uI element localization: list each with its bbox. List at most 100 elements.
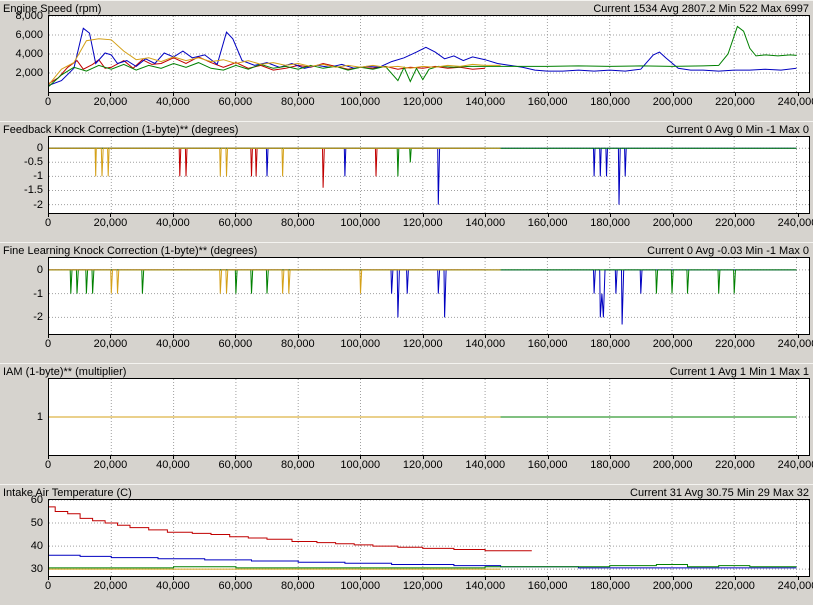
x-tick-label: 120,000 <box>403 459 443 471</box>
x-tick-label: 100,000 <box>340 338 380 350</box>
x-tick-label: 0 <box>45 459 51 471</box>
panel-stats: Current 0 Avg -0.03 Min -1 Max 0 <box>647 245 809 257</box>
chart-canvas-iam[interactable] <box>49 379 809 455</box>
y-tick-label: 6,000 <box>15 29 43 41</box>
x-axis-labels: 020,00040,00060,00080,000100,000120,0001… <box>48 93 810 108</box>
x-tick-label: 120,000 <box>403 338 443 350</box>
x-tick-label: 220,000 <box>715 580 755 592</box>
x-tick-label: 180,000 <box>590 580 630 592</box>
x-tick-label: 40,000 <box>156 580 190 592</box>
x-tick-label: 60,000 <box>219 217 253 229</box>
x-tick-label: 200,000 <box>653 459 693 471</box>
y-tick-label: 8,000 <box>15 10 43 22</box>
plot-area[interactable] <box>48 257 810 335</box>
y-tick-label: 60 <box>31 494 43 506</box>
x-axis-labels: 0 20,000 40,000 60,000 80,000 100,000 120,000 1… <box>48 577 810 592</box>
x-tick-label: 120,000 <box>403 580 443 592</box>
x-tick-label: 240,000 <box>778 580 813 592</box>
x-tick-label: 220,000 <box>715 338 755 350</box>
panel-header: Feedback Knock Correction (1-byte)** (de… <box>0 121 813 136</box>
x-axis-labels: 020,00040,00060,00080,000100,000120,0001… <box>48 456 810 471</box>
y-tick-label: 4,000 <box>15 48 43 60</box>
x-tick-label: 100,000 <box>340 459 380 471</box>
x-tick-label: 220,000 <box>715 217 755 229</box>
chart-panel-engine-speed: Engine Speed (rpm) Current 1534 Avg 2807… <box>0 0 813 121</box>
x-tick-label: 160,000 <box>528 459 568 471</box>
y-tick-label: -1.5 <box>24 184 43 196</box>
y-tick-label: 30 <box>31 563 43 575</box>
panel-stats: Current 1 Avg 1 Min 1 Max 1 <box>670 366 809 378</box>
x-tick-label: 60,000 <box>219 96 253 108</box>
x-tick-label: 180,000 <box>590 338 630 350</box>
x-tick-label: 240,000 <box>778 338 813 350</box>
x-tick-label: 140,000 <box>465 338 505 350</box>
y-tick-label: -1 <box>33 288 43 300</box>
x-tick-label: 100,000 <box>340 96 380 108</box>
x-tick-label: 40,000 <box>156 96 190 108</box>
x-tick-label: 40,000 <box>156 217 190 229</box>
x-tick-label: 80,000 <box>281 459 315 471</box>
x-tick-label: 80,000 <box>281 96 315 108</box>
panel-stats: Current 1534 Avg 2807.2 Min 522 Max 6997 <box>593 3 809 15</box>
x-axis-labels: 0 20,000 40,000 60,000 80,000 100,000 120,000 1… <box>48 214 810 229</box>
x-tick-label: 0 <box>45 338 51 350</box>
x-tick-label: 100,000 <box>340 217 380 229</box>
x-tick-label: 220,000 <box>715 459 755 471</box>
x-tick-label: 40,000 <box>156 459 190 471</box>
plot-area[interactable] <box>48 136 810 214</box>
x-tick-label: 160,000 <box>528 338 568 350</box>
plot-area[interactable] <box>48 499 810 577</box>
x-tick-label: 20,000 <box>94 580 128 592</box>
y-axis-labels: 30405060 <box>0 499 48 577</box>
x-tick-label: 20,000 <box>94 338 128 350</box>
x-tick-label: 140,000 <box>465 96 505 108</box>
x-tick-label: 140,000 <box>465 217 505 229</box>
plot-row: 2,0004,0006,0008,000 <box>48 15 810 93</box>
x-tick-label: 160,000 <box>528 96 568 108</box>
x-tick-label: 0 <box>45 580 51 592</box>
y-tick-label: -2 <box>33 199 43 211</box>
panel-header: Intake Air Temperature (C) Current 31 Av… <box>0 484 813 499</box>
y-tick-label: 0 <box>37 264 43 276</box>
panel-title: Feedback Knock Correction (1-byte)** (de… <box>3 124 238 136</box>
x-tick-label: 80,000 <box>281 580 315 592</box>
chart-panel-fine-learning-knock: Fine Learning Knock Correction (1-byte)*… <box>0 242 813 363</box>
x-tick-label: 200,000 <box>653 217 693 229</box>
x-tick-label: 160,000 <box>528 580 568 592</box>
plot-area[interactable] <box>48 378 810 456</box>
chart-panel-feedback-knock: Feedback Knock Correction (1-byte)** (de… <box>0 121 813 242</box>
x-tick-label: 180,000 <box>590 459 630 471</box>
y-axis-labels: 0-1-2 <box>0 257 48 335</box>
y-tick-label: 50 <box>31 517 43 529</box>
logger-graph-view: { "app": { "background": "#d6d3ce", "plo… <box>0 0 813 605</box>
x-tick-label: 20,000 <box>94 459 128 471</box>
chart-canvas-engine-speed[interactable] <box>49 16 809 92</box>
chart-canvas-intake-air-temp[interactable] <box>49 500 809 576</box>
x-tick-label: 240,000 <box>778 459 813 471</box>
chart-canvas-fine-learning-knock[interactable] <box>49 258 809 334</box>
chart-panel-intake-air-temp: Intake Air Temperature (C) Current 31 Av… <box>0 484 813 605</box>
y-tick-label: 1 <box>37 411 43 423</box>
x-tick-label: 0 <box>45 96 51 108</box>
x-tick-label: 160,000 <box>528 217 568 229</box>
x-tick-label: 0 <box>45 217 51 229</box>
panel-title: Intake Air Temperature (C) <box>3 487 132 499</box>
plot-area[interactable] <box>48 15 810 93</box>
x-tick-label: 60,000 <box>219 580 253 592</box>
x-tick-label: 100,000 <box>340 580 380 592</box>
panel-stats: Current 0 Avg 0 Min -1 Max 0 <box>666 124 809 136</box>
y-tick-label: -1 <box>33 170 43 182</box>
panel-header: Engine Speed (rpm) Current 1534 Avg 2807… <box>0 0 813 15</box>
plot-row: 30405060 <box>48 499 810 577</box>
x-tick-label: 120,000 <box>403 217 443 229</box>
panel-header: IAM (1-byte)** (multiplier) Current 1 Av… <box>0 363 813 378</box>
panel-stats: Current 31 Avg 30.75 Min 29 Max 32 <box>630 487 809 499</box>
plot-row: 0-1-2 <box>48 257 810 335</box>
chart-panel-iam: IAM (1-byte)** (multiplier) Current 1 Av… <box>0 363 813 484</box>
x-tick-label: 20,000 <box>94 217 128 229</box>
x-tick-label: 240,000 <box>778 96 813 108</box>
x-tick-label: 40,000 <box>156 338 190 350</box>
chart-canvas-feedback-knock[interactable] <box>49 137 809 213</box>
x-tick-label: 80,000 <box>281 338 315 350</box>
x-tick-label: 80,000 <box>281 217 315 229</box>
